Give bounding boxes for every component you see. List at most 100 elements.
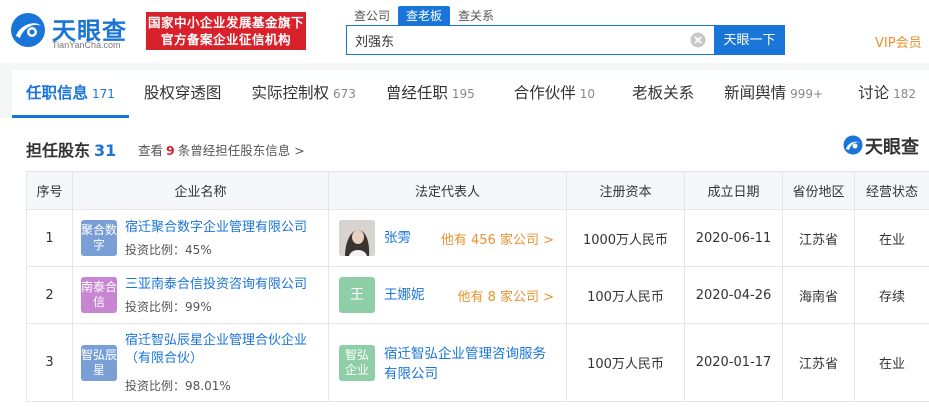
region-cell: 江苏省 <box>782 209 855 267</box>
history-prefix: 查看 <box>138 143 164 158</box>
investment-ratio: 投资比例：45% <box>125 243 212 257</box>
tab-label: 新闻舆情 <box>724 84 787 102</box>
header-region: 省份地区 <box>782 171 855 210</box>
legal-rep-more-link[interactable]: 他有 8 家公司 > <box>457 286 554 305</box>
capital-cell: 100万人民币 <box>566 323 685 402</box>
legal-rep-avatar: 王 <box>339 277 375 313</box>
row-index: 2 <box>26 266 73 324</box>
company-cell: 智弘辰星 宿迁智弘辰星企业管理合伙企业（有限合伙） 投资比例：98.01% <box>72 323 329 402</box>
history-shareholder-link[interactable]: 查看 9 条曾经担任股东信息 > <box>138 140 305 159</box>
section-title-text: 担任股东 <box>26 141 91 160</box>
row-index: 3 <box>26 323 73 402</box>
table-row: 2 南泰合信 三亚南泰合信投资咨询有限公司 投资比例：99% 王 王娜妮 他有 … <box>26 266 929 324</box>
badge-line-2: 官方备案企业征信机构 <box>160 32 291 47</box>
tab-label: 曾经任职 <box>385 84 448 102</box>
date-cell: 2020-04-26 <box>684 266 783 324</box>
search-input[interactable] <box>347 26 677 54</box>
legal-rep-avatar: 智弘企业 <box>339 345 375 381</box>
tab-count: 182 <box>893 87 916 101</box>
company-name-link[interactable]: 宿迁聚合数字企业管理有限公司 <box>125 219 307 237</box>
table-header-row: 序号 企业名称 法定代表人 注册资本 成立日期 省份地区 经营状态 <box>26 171 929 210</box>
tab-positions[interactable]: 任职信息 171 <box>12 70 129 118</box>
history-suffix: 条曾经担任股东信息 > <box>177 143 305 158</box>
logo-icon <box>11 13 45 47</box>
company-name-link[interactable]: 三亚南泰合信投资咨询有限公司 <box>125 276 307 294</box>
status-cell: 在业 <box>854 209 929 267</box>
region-cell: 海南省 <box>782 266 855 324</box>
company-name-link[interactable]: 宿迁智弘辰星企业管理合伙企业（有限合伙） <box>125 332 325 368</box>
brand-watermark: 天眼查 <box>843 133 929 158</box>
badge-line-1: 国家中小企业发展基金旗下 <box>147 15 304 30</box>
capital-cell: 1000万人民币 <box>566 209 685 267</box>
section-count: 31 <box>94 141 117 160</box>
tab-search-boss[interactable]: 查老板 <box>398 6 451 26</box>
region-cell: 江苏省 <box>782 323 855 402</box>
section-title: 担任股东 31 <box>26 137 116 161</box>
vip-link[interactable]: VIP会员 <box>875 32 922 51</box>
tab-equity-penetration[interactable]: 股权穿透图 <box>144 70 222 118</box>
legal-rep-cell: 王 王娜妮 他有 8 家公司 > <box>328 266 567 324</box>
legal-rep-cell: 智弘企业 宿迁智弘企业管理咨询服务有限公司 <box>328 323 567 402</box>
status-cell: 在业 <box>854 323 929 402</box>
row-index: 1 <box>26 209 73 267</box>
capital-cell: 100万人民币 <box>566 266 685 324</box>
tab-count: 171 <box>92 87 115 101</box>
legal-rep-name-link[interactable]: 宿迁智弘企业管理咨询服务有限公司 <box>384 344 556 384</box>
header-capital: 注册资本 <box>566 171 685 210</box>
brand-text: 天眼查 <box>865 137 919 158</box>
tab-label: 实际控制权 <box>251 84 329 102</box>
profile-nav-tabs: 任职信息 171 股权穿透图 实际控制权 673 曾经任职 195 合作伙伴 10 老板… <box>12 70 929 118</box>
investment-ratio: 投资比例：99% <box>125 300 212 314</box>
person-photo-icon <box>339 220 375 256</box>
tab-count: 195 <box>451 87 475 101</box>
tab-label: 股权穿透图 <box>143 84 222 102</box>
tab-boss-relations[interactable]: 老板关系 <box>632 70 694 118</box>
official-badge: 国家中小企业发展基金旗下 官方备案企业征信机构 <box>146 12 306 50</box>
status-cell: 存续 <box>854 266 929 324</box>
tab-discussion[interactable]: 讨论 182 <box>858 70 916 118</box>
legal-rep-more-link[interactable]: 他有 456 家公司 > <box>441 229 554 248</box>
tab-former-positions[interactable]: 曾经任职 195 <box>386 70 475 118</box>
history-count: 9 <box>166 143 175 158</box>
tab-label: 合作伙伴 <box>513 84 576 102</box>
header-status: 经营状态 <box>854 171 929 210</box>
company-avatar: 智弘辰星 <box>81 345 117 381</box>
search-box <box>346 25 715 55</box>
tab-news[interactable]: 新闻舆情 999+ <box>724 70 823 118</box>
legal-rep-name-link[interactable]: 王娜妮 <box>384 286 425 304</box>
tab-count: 999+ <box>790 87 824 101</box>
legal-rep-cell: 张雱 他有 456 家公司 > <box>328 209 567 267</box>
company-avatar: 南泰合信 <box>81 277 117 313</box>
brand-logo-icon <box>843 135 863 155</box>
search-button[interactable]: 天眼一下 <box>714 25 785 55</box>
top-header: 天眼查 TianYanCha.com 国家中小企业发展基金旗下 官方备案企业征信… <box>0 0 929 63</box>
tab-actual-control[interactable]: 实际控制权 673 <box>251 70 355 118</box>
header-index: 序号 <box>26 171 73 210</box>
company-cell: 南泰合信 三亚南泰合信投资咨询有限公司 投资比例：99% <box>72 266 329 324</box>
shareholder-table: 序号 企业名称 法定代表人 注册资本 成立日期 省份地区 经营状态 1 聚合数字… <box>26 171 929 402</box>
tab-search-company[interactable]: 查公司 <box>346 6 398 26</box>
tab-label: 讨论 <box>858 84 890 102</box>
legal-rep-photo <box>339 220 375 256</box>
header-date: 成立日期 <box>684 171 783 210</box>
investment-ratio: 投资比例：98.01% <box>125 379 231 393</box>
logo-subtext: TianYanCha.com <box>52 40 121 50</box>
table-row: 3 智弘辰星 宿迁智弘辰星企业管理合伙企业（有限合伙） 投资比例：98.01% … <box>26 323 929 402</box>
tab-label: 老板关系 <box>632 84 695 102</box>
header-company: 企业名称 <box>72 171 329 210</box>
tab-count: 673 <box>332 87 356 101</box>
tab-partners[interactable]: 合作伙伴 10 <box>514 70 595 118</box>
legal-rep-name-link[interactable]: 张雱 <box>384 229 411 247</box>
logo[interactable]: 天眼查 TianYanCha.com <box>10 10 138 52</box>
tab-search-relation[interactable]: 查关系 <box>450 6 502 26</box>
tab-label: 任职信息 <box>26 84 89 102</box>
table-row: 1 聚合数字 宿迁聚合数字企业管理有限公司 投资比例：45% 张雱 他有 456… <box>26 209 929 267</box>
header-legal-rep: 法定代表人 <box>328 171 567 210</box>
tab-count: 10 <box>579 87 596 101</box>
search-type-tabs: 查公司 查老板 查关系 <box>346 6 502 26</box>
company-cell: 聚合数字 宿迁聚合数字企业管理有限公司 投资比例：45% <box>72 209 329 267</box>
clear-icon[interactable] <box>690 32 706 48</box>
date-cell: 2020-01-17 <box>684 323 783 402</box>
company-avatar: 聚合数字 <box>81 220 117 256</box>
date-cell: 2020-06-11 <box>684 209 783 267</box>
